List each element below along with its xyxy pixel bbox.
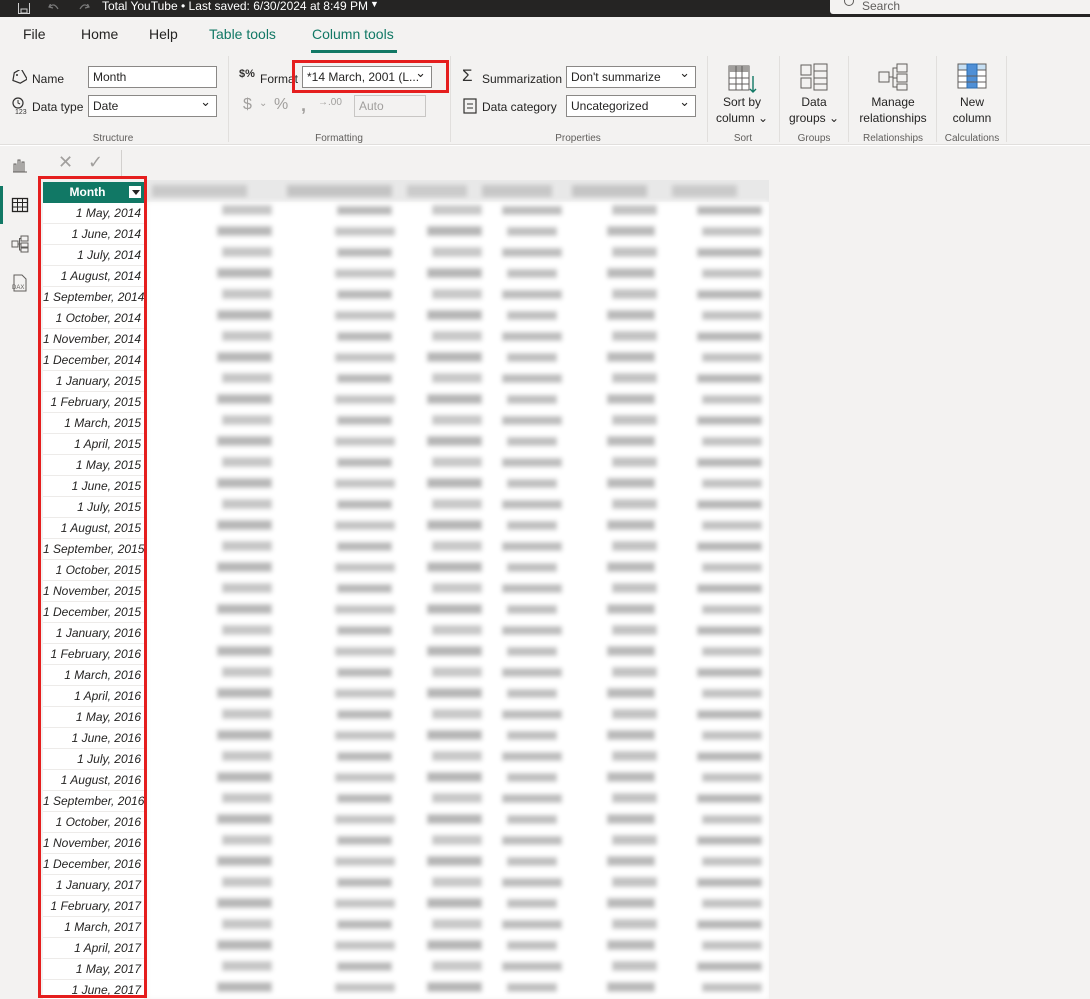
name-label: Name <box>32 72 65 86</box>
ribbon: Name Month 123 Data type Date Structure … <box>0 53 1090 145</box>
tab-help[interactable]: Help <box>149 26 178 42</box>
new-column-icon <box>957 63 987 89</box>
manage-relationships-icon <box>878 63 908 91</box>
percent-icon[interactable]: % <box>274 96 288 114</box>
currency-dropdown-icon[interactable]: ⌄ <box>259 98 267 109</box>
sort-label-line1: Sort by <box>722 95 761 109</box>
format-icon: $% <box>239 68 255 80</box>
manage-relationships-button[interactable]: Manage relationships <box>855 57 931 129</box>
format-highlight-box <box>292 60 449 93</box>
separator <box>1006 56 1007 142</box>
separator <box>779 56 780 142</box>
sort-by-column-icon <box>728 65 757 93</box>
separator <box>707 56 708 142</box>
separator <box>936 56 937 142</box>
separator <box>228 56 229 142</box>
decimal-places-input[interactable]: Auto <box>354 95 426 117</box>
group-label-calculations: Calculations <box>944 133 1000 144</box>
manage-rel-line1: Manage <box>871 95 915 109</box>
tab-home[interactable]: Home <box>81 26 118 42</box>
datatype-select[interactable]: Date <box>88 95 217 117</box>
group-label-sort: Sort <box>733 133 753 144</box>
svg-text:123: 123 <box>15 109 27 115</box>
month-column-highlight-box <box>38 176 147 998</box>
data-category-select[interactable]: Uncategorized <box>566 95 696 117</box>
sort-dropdown-icon: ⌄ <box>754 111 769 125</box>
data-groups-button[interactable]: Data groups ⌄ <box>785 57 843 129</box>
commit-formula-icon[interactable]: ✓ <box>88 152 103 173</box>
datatype-label: Data type <box>32 100 84 114</box>
summarization-select[interactable]: Don't summarize <box>566 66 696 88</box>
redo-icon[interactable] <box>74 0 94 17</box>
sort-label-line2: column <box>715 111 755 125</box>
dax-query-view-icon[interactable]: DAX <box>11 274 29 292</box>
blurred-columns <box>147 180 769 999</box>
data-groups-dropdown-icon: ⌄ <box>825 111 840 125</box>
tab-table-tools[interactable]: Table tools <box>209 26 276 42</box>
group-label-properties: Properties <box>555 133 601 144</box>
decimal-icon[interactable]: →.00 <box>318 97 342 108</box>
window-title: Total YouTube • Last saved: 6/30/2024 at… <box>102 0 368 13</box>
svg-text:DAX: DAX <box>12 285 24 291</box>
cancel-formula-icon[interactable]: ✕ <box>58 152 73 173</box>
name-input[interactable]: Month <box>88 66 217 88</box>
data-groups-icon <box>800 63 828 91</box>
save-icon[interactable] <box>14 0 34 17</box>
group-label-formatting: Formatting <box>315 133 363 144</box>
data-groups-line2: groups <box>788 111 826 125</box>
data-category-icon <box>463 98 477 114</box>
search-box[interactable]: Search <box>830 0 1090 14</box>
last-saved: Last saved: 6/30/2024 at 8:49 PM <box>188 0 368 13</box>
ribbon-tabs: File Home Help Table tools Column tools <box>0 17 1090 53</box>
summarization-label: Summarization <box>482 72 563 86</box>
data-type-icon: 123 <box>12 97 27 115</box>
report-view-icon[interactable] <box>11 156 29 174</box>
file-name: Total YouTube <box>102 0 178 13</box>
currency-icon[interactable]: $ <box>243 96 252 114</box>
group-label-relationships: Relationships <box>863 133 924 144</box>
sort-by-column-button[interactable]: Sort by column ⌄ <box>713 57 771 129</box>
active-view-indicator <box>0 186 3 224</box>
new-column-button[interactable]: New column <box>942 57 1002 129</box>
formula-bar: ✕ ✓ <box>40 146 1090 180</box>
separator <box>848 56 849 142</box>
search-placeholder: Search <box>862 0 901 13</box>
separator <box>450 56 451 142</box>
sigma-icon: Σ <box>462 66 473 85</box>
undo-icon[interactable] <box>44 0 64 17</box>
model-view-icon[interactable] <box>11 235 29 253</box>
manage-rel-line2: relationships <box>859 111 927 125</box>
tag-icon <box>12 70 27 84</box>
group-label-structure: Structure <box>92 133 134 144</box>
view-navigation: DAX <box>0 146 40 999</box>
table-view-icon[interactable] <box>11 196 29 214</box>
tab-column-tools[interactable]: Column tools <box>312 26 394 42</box>
title-dropdown-icon[interactable]: ▼ <box>370 0 379 9</box>
comma-icon[interactable]: , <box>301 95 306 116</box>
data-groups-line1: Data <box>801 95 827 109</box>
formula-actions: ✕ ✓ <box>44 150 122 178</box>
title-bar: Total YouTube • Last saved: 6/30/2024 at… <box>0 0 1090 17</box>
new-column-line2: column <box>952 111 992 125</box>
new-column-line1: New <box>959 95 984 109</box>
search-icon <box>844 0 854 6</box>
tab-file[interactable]: File <box>23 26 46 42</box>
group-label-groups: Groups <box>797 133 831 144</box>
data-category-label: Data category <box>482 100 557 114</box>
